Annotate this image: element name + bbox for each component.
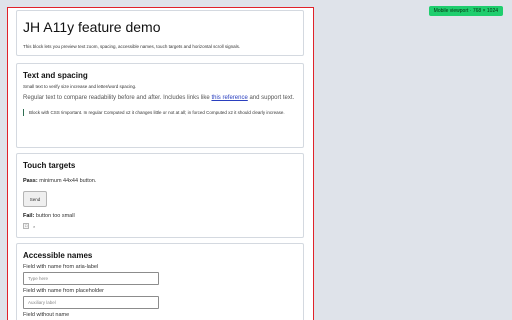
text-spacing-card: Text and spacing Small text to verify si…: [16, 63, 304, 148]
regular-text-after: and support text.: [247, 95, 295, 101]
header-card: JH A11y feature demo This block lets you…: [16, 10, 304, 56]
pass-text: minimum 44x44 button.: [37, 178, 97, 184]
tiny-button[interactable]: □: [23, 223, 29, 229]
field1-label: Field with name from aria-label: [23, 264, 99, 270]
mobile-viewport-frame: JH A11y feature demo This block lets you…: [7, 7, 314, 320]
field3-label: Field without name: [23, 312, 70, 318]
touch-targets-heading: Touch targets: [23, 161, 76, 170]
placeholder-field[interactable]: [23, 296, 159, 309]
pass-label: Pass:: [23, 178, 38, 184]
page-title: JH A11y feature demo: [23, 19, 161, 35]
small-text: Small text to verify size increase and l…: [23, 84, 137, 89]
page-subtitle: This block lets you preview text zoom, s…: [23, 44, 241, 49]
tiny-button-row: □ ×: [23, 223, 297, 229]
fail-description: Fail: button too small: [23, 213, 297, 219]
important-block: Block with CSS !important. In regular Co…: [23, 108, 297, 116]
aria-label-field[interactable]: [23, 272, 159, 285]
pass-description: Pass: minimum 44x44 button.: [23, 178, 297, 184]
fail-label: Fail:: [23, 213, 35, 219]
accessible-names-heading: Accessible names: [23, 251, 93, 260]
fail-text: button too small: [34, 213, 75, 219]
text-spacing-heading: Text and spacing: [23, 71, 88, 80]
reference-link[interactable]: this reference: [211, 95, 247, 101]
regular-text-before: Regular text to compare readability befo…: [23, 95, 212, 101]
touch-targets-card: Touch targets Pass: minimum 44x44 button…: [16, 153, 304, 238]
close-icon[interactable]: ×: [33, 224, 35, 229]
regular-text: Regular text to compare readability befo…: [23, 95, 297, 103]
field2-label: Field with name from placeholder: [23, 288, 105, 294]
accessible-names-card: Accessible names Field with name from ar…: [16, 243, 304, 320]
send-button[interactable]: Send: [23, 191, 47, 207]
viewport-badge: Mobile viewport · 768 × 1024: [428, 6, 503, 16]
